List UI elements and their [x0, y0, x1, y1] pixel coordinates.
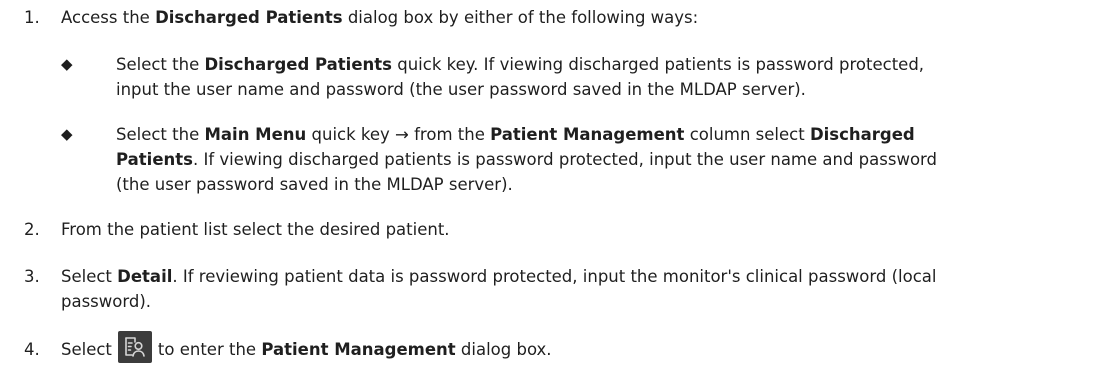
bullet-text: Select the Discharged Patients quick key…	[116, 52, 1101, 102]
discharged-patients-term: Discharged Patients	[204, 55, 392, 74]
step-4: 4. Select to enter the Patient Management…	[24, 330, 1104, 363]
main-menu-term: Main Menu	[204, 125, 307, 144]
bullet-text: Select the Main Menu quick key → from th…	[116, 122, 1101, 197]
step-number: 4.	[24, 340, 40, 359]
step-number: 2.	[24, 220, 40, 239]
patient-management-term: Patient Management	[261, 340, 456, 359]
document-page: 1. Access the Discharged Patients dialog…	[0, 0, 1118, 377]
step-text: Access the Discharged Patients dialog bo…	[61, 8, 699, 27]
bullet-item-2: ◆ Select the Main Menu quick key → from …	[61, 122, 1101, 197]
patient-management-term: Patient Management	[490, 125, 685, 144]
discharged-patients-term: Discharged Patients	[155, 8, 343, 27]
step-2: 2. From the patient list select the desi…	[24, 217, 1104, 242]
diamond-bullet-icon: ◆	[61, 55, 73, 73]
bullet-line: Patients. If viewing discharged patients…	[116, 150, 938, 169]
patient-management-icon	[117, 330, 152, 363]
bullet-line: Select the Discharged Patients quick key…	[116, 55, 925, 74]
step-text: From the patient list select the desired…	[61, 220, 450, 239]
step-number: 3.	[24, 267, 40, 286]
step-line: password).	[61, 292, 152, 311]
step-text: Select to enter the Patient Management di…	[61, 330, 1104, 363]
discharged-term: Discharged	[809, 125, 915, 144]
step-number: 1.	[24, 8, 40, 27]
bullet-line: (the user password saved in the MLDAP se…	[116, 175, 513, 194]
patients-term: Patients	[116, 150, 193, 169]
detail-term: Detail	[117, 267, 173, 286]
step-1: 1. Access the Discharged Patients dialog…	[24, 5, 1104, 30]
bullet-item-1: ◆ Select the Discharged Patients quick k…	[61, 52, 1101, 102]
diamond-bullet-icon: ◆	[61, 125, 73, 143]
bullet-line: input the user name and password (the us…	[116, 80, 806, 99]
step-line: Select Detail. If reviewing patient data…	[61, 267, 937, 286]
step-text: Select Detail. If reviewing patient data…	[61, 264, 1104, 314]
bullet-line: Select the Main Menu quick key → from th…	[116, 125, 915, 144]
step-3: 3. Select Detail. If reviewing patient d…	[24, 264, 1104, 314]
